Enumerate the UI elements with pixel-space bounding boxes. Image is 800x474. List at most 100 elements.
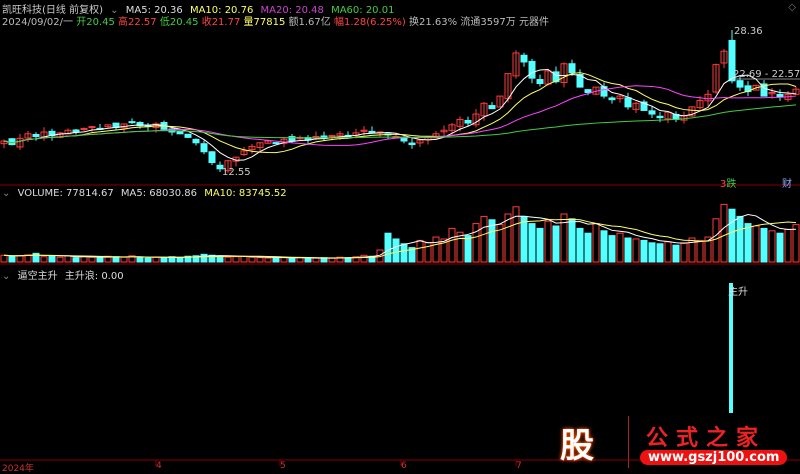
volume-bar <box>520 215 528 263</box>
volume-bar <box>608 235 616 263</box>
volume-bar <box>272 257 280 263</box>
ma10-line <box>3 72 797 154</box>
volume-bar <box>752 225 760 263</box>
volume-bar <box>8 255 16 263</box>
volume-bar <box>760 227 768 263</box>
candle-body <box>624 97 632 108</box>
volume-ma5: MA5: 68030.86 <box>120 188 197 199</box>
divider <box>628 416 629 468</box>
volume-bar <box>576 227 584 263</box>
volume-bar <box>736 215 744 263</box>
kline-chart[interactable] <box>0 0 800 473</box>
volume-bar <box>768 230 776 263</box>
volume-bar <box>328 257 336 263</box>
candle-body <box>328 135 336 138</box>
candle-body <box>72 129 80 133</box>
candle-body <box>176 130 184 135</box>
volume-bar <box>248 256 256 263</box>
volume-bar <box>152 256 160 263</box>
volume-bar <box>176 257 184 263</box>
chevron-down-icon[interactable]: ⌄ <box>2 271 10 282</box>
candle-body <box>736 80 744 88</box>
candle-body <box>408 142 416 146</box>
volume-bar <box>464 235 472 263</box>
volume-bar <box>712 218 720 263</box>
volume-bar <box>136 257 144 263</box>
volume-bar <box>688 237 696 263</box>
candle-body <box>32 133 40 138</box>
candle-body <box>272 142 280 145</box>
event-tag[interactable]: 3跌 <box>720 175 736 190</box>
chevron-down-icon[interactable]: ⌄ <box>2 188 10 199</box>
volume-bar <box>640 239 648 263</box>
volume-bar <box>112 256 120 263</box>
volume-bar <box>96 257 104 263</box>
x-tick: 7 <box>516 461 522 471</box>
volume-bar <box>304 258 312 263</box>
candle-body <box>192 138 200 144</box>
watermark-name: 公式之家 <box>646 425 767 451</box>
volume-bar <box>584 232 592 263</box>
volume-bar <box>744 223 752 263</box>
volume-bar <box>200 253 208 263</box>
volume-bar <box>776 232 784 263</box>
volume-bar <box>296 257 304 263</box>
candle-body <box>776 93 784 98</box>
volume-bar <box>232 256 240 263</box>
indicator-name: 逼空主升 <box>17 271 58 282</box>
volume-bar <box>528 223 536 263</box>
volume-bar <box>0 254 8 263</box>
volume-bar <box>512 206 520 263</box>
volume-bar <box>632 238 640 263</box>
volume-bar <box>48 255 56 263</box>
max-price-label: 28.36 <box>734 26 763 37</box>
volume-bar <box>432 236 440 263</box>
volume-bar <box>240 255 248 263</box>
volume-bar <box>264 257 272 263</box>
candle-body <box>648 110 656 115</box>
indicator-header: ⌄ 逼空主升 主升浪: 0.00 <box>2 267 128 282</box>
candle-body <box>608 97 616 101</box>
volume-bar <box>288 257 296 263</box>
candle-body <box>184 133 192 138</box>
volume-bar <box>656 243 664 263</box>
volume-bar <box>448 227 456 263</box>
finance-tag[interactable]: 财 <box>782 175 792 190</box>
volume-bar <box>80 256 88 263</box>
volume-bar <box>400 243 408 263</box>
volume-bar <box>144 257 152 263</box>
volume-bar <box>664 241 672 263</box>
volume-bar <box>120 256 128 263</box>
volume-bar <box>472 223 480 263</box>
volume-bar <box>672 244 680 263</box>
x-tick: 4 <box>156 461 162 471</box>
volume-bar <box>416 239 424 263</box>
volume-bar <box>160 257 168 263</box>
volume-bar <box>648 242 656 263</box>
candle-body <box>528 60 536 79</box>
tag-fall: 跌 <box>726 179 737 190</box>
volume-bar <box>56 256 64 263</box>
x-tick: 5 <box>280 461 286 471</box>
indicator-value: 主升浪: 0.00 <box>64 271 124 282</box>
volume-bar <box>600 230 608 263</box>
volume-bar <box>792 224 800 263</box>
volume-bar <box>16 255 24 263</box>
volume-bar <box>64 255 72 263</box>
volume-bar <box>720 203 728 263</box>
volume-value: VOLUME: 77814.67 <box>17 188 114 199</box>
volume-bar <box>680 242 688 263</box>
volume-bar <box>624 237 632 263</box>
candle-body <box>520 54 528 63</box>
volume-bar <box>88 256 96 263</box>
volume-bar <box>256 257 264 263</box>
volume-header: ⌄ VOLUME: 77814.67 MA5: 68030.86 MA10: 8… <box>2 188 291 199</box>
volume-bar <box>544 220 552 263</box>
volume-bar <box>480 215 488 263</box>
volume-bar <box>552 225 560 263</box>
volume-bar <box>392 238 400 263</box>
volume-bar <box>72 257 80 263</box>
volume-bar <box>592 223 600 263</box>
volume-bar <box>40 256 48 263</box>
min-price-label: 12.55 <box>222 167 251 178</box>
